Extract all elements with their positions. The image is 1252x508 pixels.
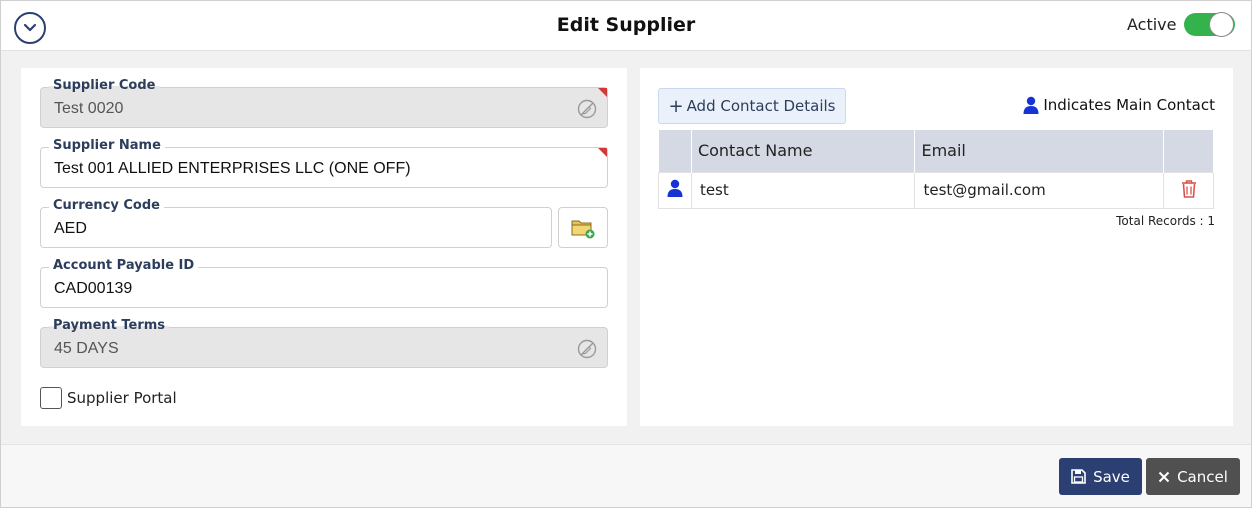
supplier-code-value: Test 0020 (54, 100, 124, 117)
payment-terms-label: Payment Terms (49, 318, 170, 334)
main-contact-legend: Indicates Main Contact (1023, 96, 1215, 114)
main-contact-cell (658, 171, 692, 209)
trash-icon[interactable] (1181, 179, 1197, 198)
currency-code-value[interactable]: AED (54, 220, 87, 238)
supplier-portal-row: Supplier Portal (40, 387, 177, 409)
active-label: Active (1127, 15, 1177, 34)
column-header-email[interactable]: Email (914, 130, 1165, 172)
supplier-name-label: Supplier Name (49, 138, 165, 154)
dialog-footer: Save Cancel (1, 444, 1251, 507)
contact-email-cell: test@gmail.com (914, 171, 1165, 209)
edit-supplier-dialog: Edit Supplier Active Supplier Code Test … (0, 0, 1252, 508)
column-header-icon (658, 130, 692, 172)
total-records: Total Records : 1 (1116, 214, 1215, 228)
currency-code-field[interactable]: Currency Code AED (40, 198, 552, 248)
required-marker (598, 148, 607, 157)
supplier-code-label: Supplier Code (49, 78, 160, 94)
no-edit-icon (577, 339, 597, 359)
close-icon (1158, 471, 1170, 482)
currency-code-label: Currency Code (49, 198, 164, 214)
delete-cell (1163, 171, 1214, 209)
cancel-label: Cancel (1177, 467, 1228, 486)
table-row[interactable]: test test@gmail.com (658, 171, 1214, 209)
no-edit-icon (577, 99, 597, 119)
payment-terms-field: Payment Terms 45 DAYS (40, 318, 608, 368)
add-contact-label: Add Contact Details (686, 97, 836, 115)
user-icon (1023, 96, 1039, 114)
currency-lookup-button[interactable] (558, 207, 608, 248)
page-title: Edit Supplier (556, 14, 696, 36)
add-contact-button[interactable]: + Add Contact Details (658, 88, 846, 124)
contacts-panel: + Add Contact Details Indicates Main Con… (640, 68, 1233, 426)
supplier-name-field[interactable]: Supplier Name Test 001 ALLIED ENTERPRISE… (40, 138, 608, 188)
column-header-contact-name[interactable]: Contact Name (691, 130, 916, 172)
supplier-code-field: Supplier Code Test 0020 (40, 78, 608, 128)
plus-icon: + (668, 95, 684, 117)
account-payable-id-field[interactable]: Account Payable ID CAD00139 (40, 258, 608, 308)
payment-terms-value: 45 DAYS (54, 340, 119, 357)
contact-name-cell: test (690, 171, 916, 209)
supplier-portal-checkbox[interactable] (40, 387, 62, 409)
save-button[interactable]: Save (1059, 458, 1142, 495)
account-payable-id-value[interactable]: CAD00139 (54, 280, 132, 298)
active-toggle[interactable] (1184, 12, 1235, 37)
save-icon (1071, 469, 1086, 484)
toggle-knob (1209, 12, 1234, 37)
account-payable-id-label: Account Payable ID (49, 258, 199, 274)
folder-add-icon (571, 220, 595, 238)
supplier-name-value[interactable]: Test 001 ALLIED ENTERPRISES LLC (ONE OFF… (54, 160, 411, 178)
supplier-portal-label[interactable]: Supplier Portal (67, 389, 177, 407)
column-header-actions (1163, 130, 1214, 172)
user-icon (667, 179, 683, 197)
dialog-header: Edit Supplier Active (1, 1, 1251, 51)
table-header-row: Contact Name Email (658, 130, 1214, 172)
cancel-button[interactable]: Cancel (1146, 458, 1240, 495)
save-label: Save (1093, 467, 1130, 486)
contacts-table: Contact Name Email test test@gmail.com (658, 130, 1214, 209)
required-marker (598, 88, 607, 97)
legend-text: Indicates Main Contact (1043, 96, 1215, 114)
supplier-form-panel: Supplier Code Test 0020 Supplier Name Te… (21, 68, 627, 426)
